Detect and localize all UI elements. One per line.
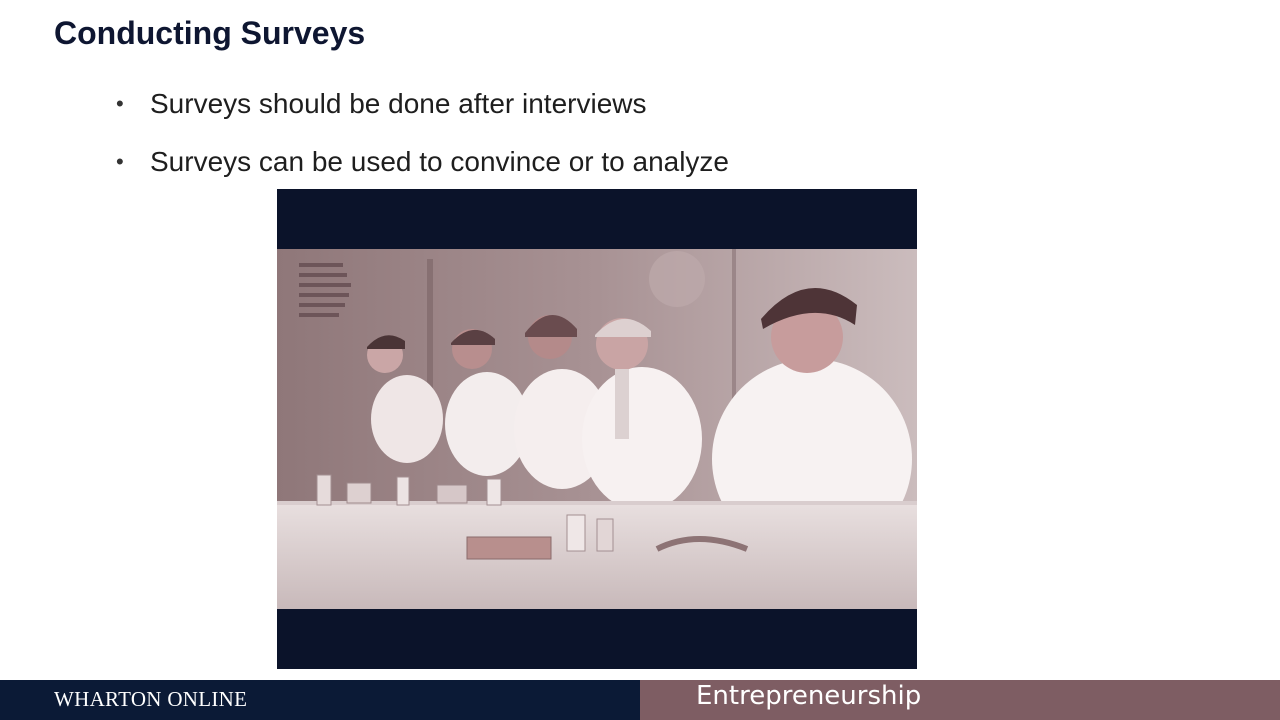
slide-title: Conducting Surveys xyxy=(54,15,366,51)
footer-bar: WHARTON ONLINE Entrepreneurship xyxy=(0,680,1280,720)
table xyxy=(277,501,917,609)
video-frame xyxy=(277,189,917,669)
footer-right-panel: Entrepreneurship xyxy=(640,680,1280,720)
bullet-list: • Surveys should be done after interview… xyxy=(116,84,729,200)
footer-course-name: Entrepreneurship xyxy=(696,681,922,711)
bullet-item: • Surveys should be done after interview… xyxy=(116,84,729,124)
bullet-marker: • xyxy=(116,91,124,116)
bullet-text: Surveys can be used to convince or to an… xyxy=(150,146,730,177)
focus-group-image xyxy=(277,249,917,609)
footer-brand: WHARTON ONLINE xyxy=(54,687,248,711)
slide: Conducting Surveys • Surveys should be d… xyxy=(0,0,1280,720)
bullet-text: Surveys should be done after interviews xyxy=(150,88,647,119)
footer-left-panel: WHARTON ONLINE xyxy=(0,680,640,720)
bullet-marker: • xyxy=(116,149,124,174)
bullet-item: • Surveys can be used to convince or to … xyxy=(116,142,729,182)
